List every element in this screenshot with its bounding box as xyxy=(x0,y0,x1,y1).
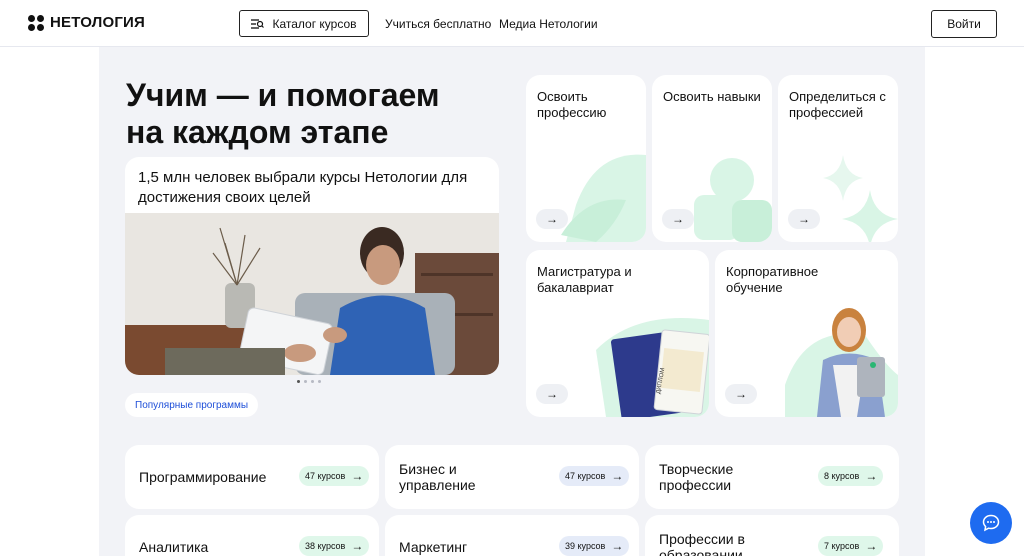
category-card-education[interactable]: Профессии в образовании 7 курсов → xyxy=(645,515,899,556)
logo-text: НЕТОЛОГИЯ xyxy=(50,14,145,31)
category-title: Программирование xyxy=(139,469,267,485)
nav-media[interactable]: Медиа Нетологии xyxy=(499,17,598,31)
arrow-right-icon: → xyxy=(351,469,364,483)
site-header: НЕТОЛОГИЯ Каталог курсов Учиться бесплат… xyxy=(0,0,1024,47)
arrow-button[interactable]: → xyxy=(662,209,694,229)
course-count-badge: 8 курсов → xyxy=(818,466,884,486)
logo-icon xyxy=(28,14,44,31)
category-title: Бизнес и управление xyxy=(399,461,476,493)
course-count: 7 курсов xyxy=(824,541,860,551)
hero-title-line-2: на каждом этапе xyxy=(126,114,389,150)
arrow-right-icon: → xyxy=(351,539,364,553)
course-count: 47 курсов xyxy=(565,471,606,481)
promo-photo xyxy=(125,213,499,375)
course-count-badge: 39 курсов → xyxy=(559,536,630,556)
carousel-dot[interactable] xyxy=(318,380,321,383)
popular-programs-chip[interactable]: Популярные программы xyxy=(125,393,259,417)
login-button[interactable]: Войти xyxy=(931,10,997,38)
card-corporate-training[interactable]: Корпоративное обучение → xyxy=(715,250,898,417)
arrow-right-icon: → xyxy=(865,539,878,553)
card-master-profession[interactable]: Освоить профессию → xyxy=(526,75,646,242)
course-count: 39 курсов xyxy=(565,541,606,551)
card-title: Освоить профессию xyxy=(537,89,607,120)
card-master-skills[interactable]: Освоить навыки → xyxy=(652,75,772,242)
arrow-button[interactable]: → xyxy=(536,384,568,404)
card-title: Магистратура и бакалавриат xyxy=(537,264,632,295)
nav-free-learning[interactable]: Учиться бесплатно xyxy=(385,17,491,31)
woman-with-laptop-illustration xyxy=(785,308,898,417)
category-title: Маркетинг xyxy=(399,539,468,555)
arrow-right-icon: → xyxy=(611,469,624,483)
chat-bubble-icon xyxy=(982,514,1000,532)
course-count: 38 курсов xyxy=(305,541,346,551)
course-count: 8 курсов xyxy=(824,471,860,481)
arrow-right-icon: → xyxy=(611,539,624,553)
course-count-badge: 47 курсов → xyxy=(559,466,630,486)
category-card-analytics[interactable]: Аналитика 38 курсов → xyxy=(125,515,379,556)
category-card-creative[interactable]: Творческие профессии 8 курсов → xyxy=(645,445,899,509)
card-title: Корпоративное обучение xyxy=(726,264,819,295)
category-card-programming[interactable]: Программирование 47 курсов → xyxy=(125,445,379,509)
profession-decor xyxy=(561,154,646,242)
sparkle-decor xyxy=(823,155,898,242)
catalog-list-icon xyxy=(251,18,265,29)
carousel-dot[interactable] xyxy=(311,380,314,383)
promo-card[interactable]: 1,5 млн человек выбрали курсы Нетологии … xyxy=(125,157,499,375)
chat-button[interactable] xyxy=(970,502,1012,544)
arrow-button[interactable]: → xyxy=(536,209,568,229)
catalog-button[interactable]: Каталог курсов xyxy=(239,10,369,37)
card-title: Освоить навыки xyxy=(663,89,761,104)
category-title: Профессии в образовании xyxy=(659,531,745,556)
card-title: Определиться с профессией xyxy=(789,89,886,120)
carousel-dot[interactable] xyxy=(304,380,307,383)
student-illustration xyxy=(125,213,499,375)
category-title: Творческие профессии xyxy=(659,461,734,493)
carousel-dots[interactable] xyxy=(297,380,321,383)
category-card-marketing[interactable]: Маркетинг 39 курсов → xyxy=(385,515,639,556)
card-masters-bachelors[interactable]: Магистратура и бакалавриат ДИПЛОМ → xyxy=(526,250,709,417)
category-title: Аналитика xyxy=(139,539,209,555)
course-count-badge: 38 курсов → xyxy=(299,536,370,556)
course-count-badge: 7 курсов → xyxy=(818,536,884,556)
catalog-label: Каталог курсов xyxy=(272,16,357,31)
arrow-button[interactable]: → xyxy=(725,384,757,404)
skills-decor xyxy=(694,158,772,242)
hero-title: Учим — и помогаем на каждом этапе xyxy=(126,77,440,151)
course-count: 47 курсов xyxy=(305,471,346,481)
logo[interactable]: НЕТОЛОГИЯ xyxy=(28,14,145,31)
hero-title-line-1: Учим — и помогаем xyxy=(126,77,440,113)
diploma-decor xyxy=(596,318,709,417)
arrow-right-icon: → xyxy=(865,469,878,483)
card-define-profession[interactable]: Определиться с профессией → xyxy=(778,75,898,242)
category-card-business[interactable]: Бизнес и управление 47 курсов → xyxy=(385,445,639,509)
carousel-dot[interactable] xyxy=(297,380,300,383)
arrow-button[interactable]: → xyxy=(788,209,820,229)
course-count-badge: 47 курсов → xyxy=(299,466,370,486)
promo-text: 1,5 млн человек выбрали курсы Нетологии … xyxy=(138,169,468,206)
